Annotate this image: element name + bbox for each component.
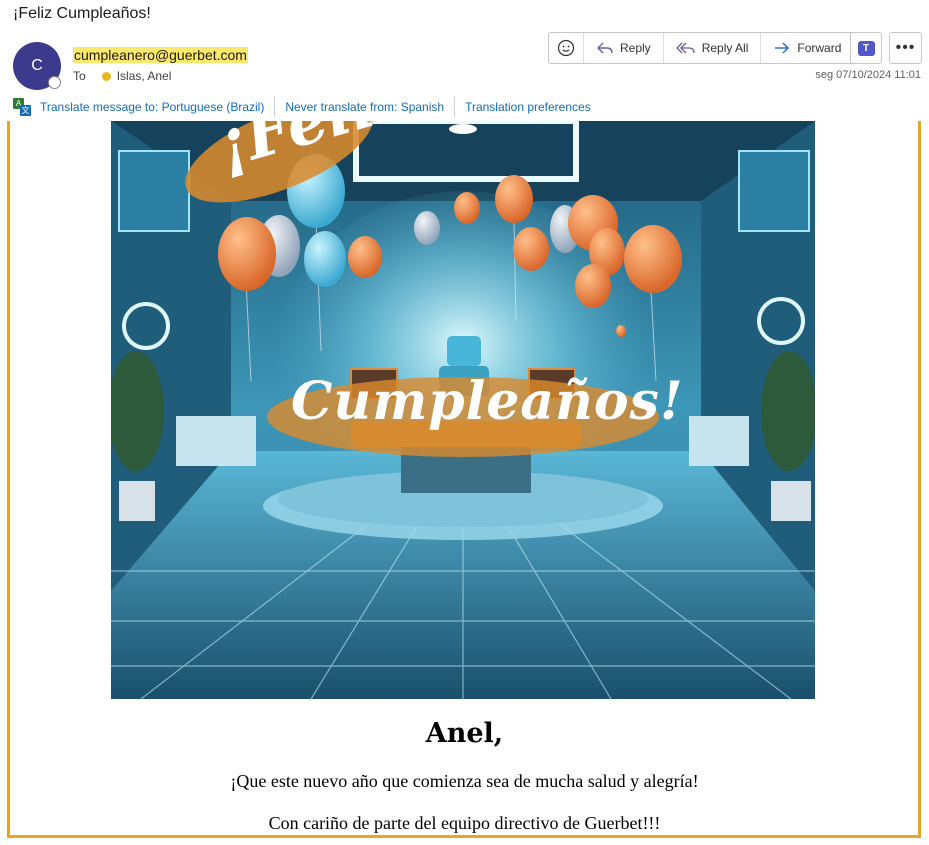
forward-button[interactable]: Forward	[761, 33, 853, 63]
email-subject: ¡Feliz Cumpleaños!	[13, 5, 151, 22]
more-actions-button[interactable]: •••	[889, 32, 922, 64]
greeting-name: Anel,	[425, 718, 504, 749]
reply-button[interactable]: Reply	[584, 33, 664, 63]
presence-status-icon	[48, 76, 61, 89]
message-actions: Reply Reply All Forward	[548, 32, 855, 64]
reply-label: Reply	[620, 41, 651, 55]
reply-all-label: Reply All	[701, 41, 749, 55]
smiley-icon	[557, 39, 575, 57]
translate-message-link[interactable]: Translate message to: Portuguese (Brazil…	[40, 97, 276, 117]
translate-icon: A文	[13, 98, 31, 116]
teams-icon: T	[857, 40, 875, 56]
greeting-wish: ¡Que este nuevo año que comienza sea de …	[230, 771, 699, 791]
greeting-signoff: Con cariño de parte del equipo directivo…	[268, 813, 661, 833]
translation-preferences-link[interactable]: Translation preferences	[455, 97, 601, 117]
reply-all-icon	[675, 42, 695, 54]
reply-all-button[interactable]: Reply All	[664, 33, 762, 63]
recipient-presence-icon	[101, 71, 111, 81]
avatar-initial: C	[31, 57, 43, 74]
forward-label: Forward	[797, 41, 842, 55]
recipient-row: To Islas, Anel	[73, 69, 171, 83]
teams-chat-button[interactable]: T	[850, 32, 882, 64]
reply-icon	[597, 42, 613, 54]
sender-address[interactable]: cumpleanero@guerbet.com	[73, 47, 248, 63]
more-icon: •••	[895, 39, 916, 56]
emoji-reaction-button[interactable]	[549, 33, 584, 63]
message-date: seg 07/10/2024 11:01	[815, 69, 921, 81]
to-label: To	[73, 69, 86, 83]
forward-icon	[775, 42, 790, 54]
translation-bar: A文 Translate message to: Portuguese (Bra…	[13, 96, 601, 118]
never-translate-link[interactable]: Never translate from: Spanish	[275, 97, 456, 117]
headline-main: Cumpleaños!	[291, 371, 684, 432]
recipient-name[interactable]: Islas, Anel	[117, 69, 172, 83]
birthday-banner-image: ¡Feliz Cumpleaños!	[111, 121, 815, 699]
